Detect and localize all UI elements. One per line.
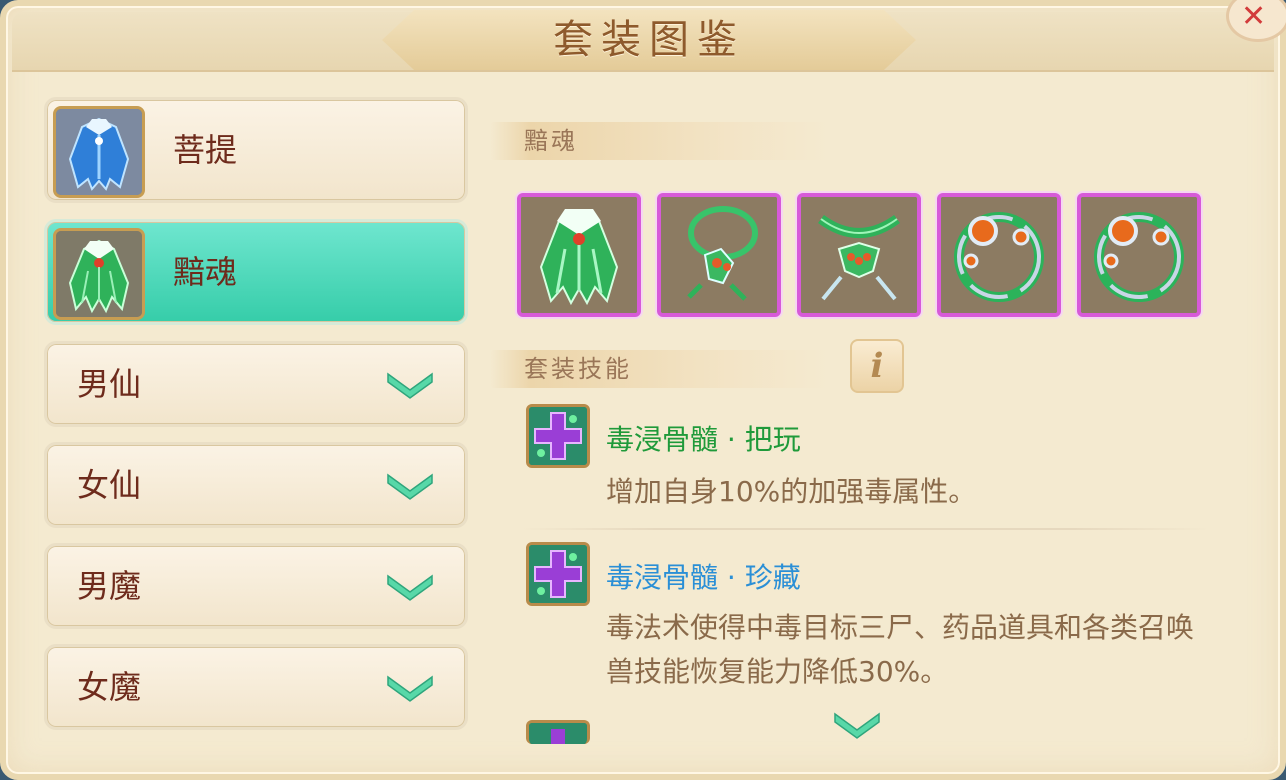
skill-name: 毒浸骨髓 · 把玩 bbox=[606, 423, 801, 456]
scroll-down-chevron-icon[interactable] bbox=[832, 710, 882, 740]
poison-skill-icon bbox=[526, 404, 590, 468]
group-label: 女仙 bbox=[77, 466, 142, 504]
green-robe-icon bbox=[521, 197, 637, 313]
green-amulet-icon bbox=[661, 197, 777, 313]
set-collection-panel: 套装图鉴 ✕ 菩提 黯魂 男仙 女仙 男魔 女魔 黯魂 套装技能 i 毒浸骨髓 … bbox=[0, 0, 1286, 780]
set-title-header: 黯魂 bbox=[490, 122, 830, 160]
group-female-immortal[interactable]: 女仙 bbox=[44, 442, 468, 528]
group-male-immortal[interactable]: 男仙 bbox=[44, 341, 468, 427]
orange-gem-ring-icon bbox=[1081, 197, 1197, 313]
equipment-slot-necklace[interactable] bbox=[797, 193, 921, 317]
poison-skill-icon bbox=[526, 542, 590, 606]
skill-description: 增加自身10%的加强毒属性。 bbox=[606, 475, 977, 508]
info-button[interactable]: i bbox=[850, 339, 904, 393]
chevron-down-icon bbox=[387, 675, 433, 702]
group-female-demon[interactable]: 女魔 bbox=[44, 644, 468, 730]
group-label: 女魔 bbox=[77, 668, 142, 706]
skills-header-label: 套装技能 bbox=[524, 355, 632, 383]
window-title: 套装图鉴 bbox=[553, 17, 745, 63]
group-label: 男仙 bbox=[77, 365, 142, 403]
skill-description: 毒法术使得中毒目标三尸、药品道具和各类召唤兽技能恢复能力降低30%。 bbox=[606, 611, 1195, 688]
group-male-demon[interactable]: 男魔 bbox=[44, 543, 468, 629]
set-item-label: 菩提 bbox=[173, 131, 238, 169]
skills-header: 套装技能 bbox=[490, 350, 830, 388]
chevron-down-icon bbox=[387, 574, 433, 601]
green-robe-icon bbox=[53, 228, 145, 320]
chevron-down-icon bbox=[387, 473, 433, 500]
set-list: 菩提 黯魂 男仙 女仙 男魔 女魔 bbox=[44, 97, 470, 745]
group-label: 男魔 bbox=[77, 567, 142, 605]
blue-robe-icon bbox=[53, 106, 145, 198]
chevron-down-icon bbox=[387, 372, 433, 399]
poison-skill-icon bbox=[526, 720, 590, 744]
equipment-slot-robe[interactable] bbox=[517, 193, 641, 317]
info-icon: i bbox=[870, 346, 884, 386]
close-icon: ✕ bbox=[1241, 0, 1267, 34]
set-title: 黯魂 bbox=[524, 127, 578, 155]
set-item-label: 黯魂 bbox=[173, 253, 238, 291]
equipment-slot-ring-1[interactable] bbox=[937, 193, 1061, 317]
set-item-puti[interactable]: 菩提 bbox=[44, 97, 468, 203]
equipment-slot-amulet[interactable] bbox=[657, 193, 781, 317]
skill-name: 毒浸骨髓 · 珍藏 bbox=[606, 561, 801, 594]
divider bbox=[520, 528, 1210, 530]
orange-gem-ring-icon bbox=[941, 197, 1057, 313]
equipment-slot-ring-2[interactable] bbox=[1077, 193, 1201, 317]
green-necklace-icon bbox=[801, 197, 917, 313]
set-item-anhun[interactable]: 黯魂 bbox=[44, 219, 468, 325]
